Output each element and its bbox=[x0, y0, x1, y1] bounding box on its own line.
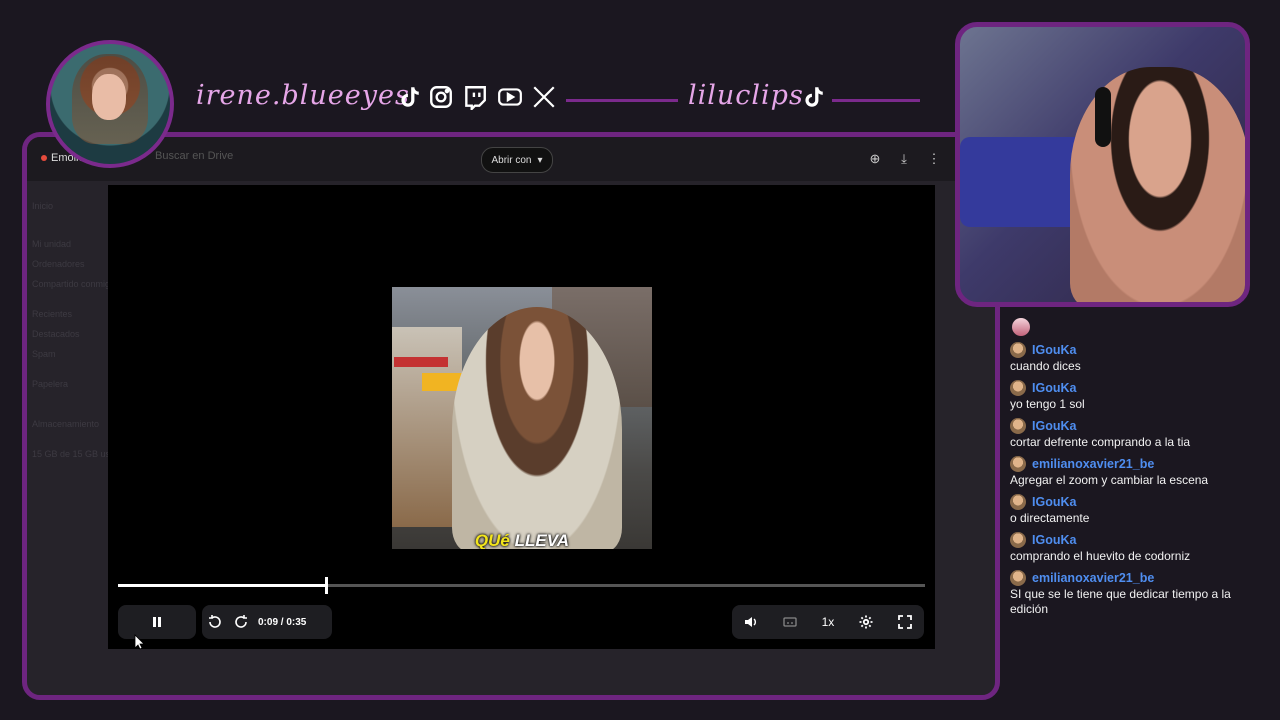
chat-username-text[interactable]: IGouKa bbox=[1032, 533, 1076, 547]
chat-message: IGouKa cuando dices bbox=[1010, 342, 1270, 374]
chat-username[interactable]: IGouKa bbox=[1010, 494, 1270, 510]
fullscreen-icon bbox=[897, 615, 912, 629]
play-controls bbox=[118, 605, 196, 639]
chat-text: o directamente bbox=[1010, 511, 1090, 525]
volume-button[interactable] bbox=[734, 605, 768, 639]
webcam-feed bbox=[955, 22, 1250, 307]
video-caption: QUé LLEVA bbox=[474, 531, 570, 549]
chat-text: SI que se le tiene que dedicar tiempo a … bbox=[1010, 587, 1231, 616]
volume-icon bbox=[745, 617, 757, 627]
fullscreen-button[interactable] bbox=[888, 605, 922, 639]
avatar bbox=[1012, 318, 1030, 336]
chat-username[interactable]: emilianoxavier21_be bbox=[1010, 456, 1270, 472]
video-player[interactable]: QUé LLEVA 0:09 / 0:35 1x bbox=[108, 185, 935, 649]
chat-message: IGouKa cortar defrente comprando a la tia bbox=[1010, 418, 1270, 450]
chat-text: cortar defrente comprando a la tia bbox=[1010, 435, 1191, 449]
chat-username-text[interactable]: emilianoxavier21_be bbox=[1032, 457, 1154, 471]
avatar bbox=[1010, 532, 1026, 548]
progress-fill bbox=[118, 584, 326, 587]
sidebar-item[interactable]: Inicio bbox=[32, 201, 53, 211]
twitch-icon bbox=[462, 84, 488, 112]
avatar bbox=[1010, 456, 1026, 472]
captions-button[interactable] bbox=[773, 605, 807, 639]
tiktok-icon bbox=[800, 84, 826, 110]
sidebar-item[interactable]: Compartido conmigo bbox=[32, 279, 115, 289]
chat-username-text[interactable]: IGouKa bbox=[1032, 343, 1076, 357]
mouse-cursor-icon bbox=[134, 634, 145, 650]
open-with-button[interactable]: Abrir con ▾ bbox=[481, 147, 553, 173]
sidebar-item[interactable]: Recientes bbox=[32, 309, 72, 319]
chat-username-text[interactable]: emilianoxavier21_be bbox=[1032, 571, 1154, 585]
streamer-avatar bbox=[46, 40, 174, 168]
settings-controls: 1x bbox=[732, 605, 924, 639]
sidebar-item[interactable]: Ordenadores bbox=[32, 259, 85, 269]
progress-bar[interactable] bbox=[118, 577, 925, 594]
gear-icon bbox=[859, 615, 873, 629]
chat-text: Agregar el zoom y cambiar la escena bbox=[1010, 473, 1209, 487]
settings-button[interactable] bbox=[849, 605, 883, 639]
avatar bbox=[1010, 418, 1026, 434]
chat-message: IGouKa comprando el huevito de codorniz bbox=[1010, 532, 1270, 564]
forward-icon bbox=[235, 615, 247, 628]
speed-button[interactable]: 1x bbox=[811, 605, 845, 639]
chat-text: cuando dices bbox=[1010, 359, 1081, 373]
chat-username[interactable]: IGouKa bbox=[1010, 380, 1270, 396]
seek-controls: 0:09 / 0:35 bbox=[202, 605, 332, 639]
rewind-10-button[interactable] bbox=[202, 605, 228, 639]
youtube-icon bbox=[497, 84, 523, 110]
captions-icon bbox=[782, 617, 797, 627]
x-icon bbox=[531, 84, 557, 110]
chat-username-text[interactable]: IGouKa bbox=[1032, 381, 1076, 395]
search-input[interactable]: Buscar en Drive bbox=[155, 150, 233, 162]
sidebar-item[interactable]: Almacenamiento bbox=[32, 419, 99, 429]
sidebar-item[interactable]: Destacados bbox=[32, 329, 80, 339]
download-icon[interactable]: ⤓ bbox=[896, 151, 912, 167]
add-to-drive-icon[interactable]: ⊕ bbox=[867, 151, 883, 167]
drive-toolbar: Emoliente_ Buscar en Drive Abrir con▾ ⊕ … bbox=[27, 137, 995, 181]
tiktok-icon bbox=[396, 84, 422, 110]
chat-text: yo tengo 1 sol bbox=[1010, 397, 1085, 411]
avatar bbox=[1010, 342, 1026, 358]
video-frame[interactable]: QUé LLEVA bbox=[392, 287, 652, 549]
chat-message: emilianoxavier21_be Agregar el zoom y cam… bbox=[1010, 456, 1270, 488]
headphones bbox=[1095, 87, 1111, 147]
rewind-icon bbox=[209, 615, 221, 628]
avatar bbox=[1010, 494, 1026, 510]
instagram-icon bbox=[428, 84, 454, 110]
more-vert-icon[interactable]: ⋮ bbox=[926, 151, 942, 167]
chat-username-text[interactable]: IGouKa bbox=[1032, 419, 1076, 433]
progress-thumb[interactable] bbox=[325, 577, 329, 594]
header-divider bbox=[832, 99, 920, 102]
avatar bbox=[1010, 570, 1026, 586]
sidebar-item[interactable]: Papelera bbox=[32, 379, 68, 389]
chat-panel: IGouKa cuando dices IGouKa yo tengo 1 sol IG… bbox=[1010, 318, 1270, 623]
sidebar-item[interactable]: Mi unidad bbox=[32, 239, 71, 249]
video-person bbox=[452, 307, 622, 549]
chat-username[interactable]: IGouKa bbox=[1010, 342, 1270, 358]
chat-username[interactable]: emilianoxavier21_be bbox=[1010, 570, 1270, 586]
chat-text: comprando el huevito de codorniz bbox=[1010, 549, 1191, 563]
clips-name: liluclips bbox=[688, 80, 804, 111]
chat-username[interactable]: IGouKa bbox=[1010, 532, 1270, 548]
chat-message: IGouKa yo tengo 1 sol bbox=[1010, 380, 1270, 412]
chat-message: IGouKa o directamente bbox=[1010, 494, 1270, 526]
chat-message: emilianoxavier21_be SI que se le tiene qu… bbox=[1010, 570, 1270, 617]
header-divider bbox=[566, 99, 678, 102]
pause-icon bbox=[153, 617, 161, 627]
streamer-name: irene.blueeyes bbox=[196, 80, 410, 111]
chat-username[interactable]: IGouKa bbox=[1010, 418, 1270, 434]
chat-username-text[interactable]: IGouKa bbox=[1032, 495, 1076, 509]
time-display: 0:09 / 0:35 bbox=[258, 616, 307, 628]
avatar bbox=[1010, 380, 1026, 396]
chevron-down-icon: ▾ bbox=[537, 154, 543, 166]
sidebar-item[interactable]: Spam bbox=[32, 349, 56, 359]
forward-10-button[interactable] bbox=[228, 605, 254, 639]
